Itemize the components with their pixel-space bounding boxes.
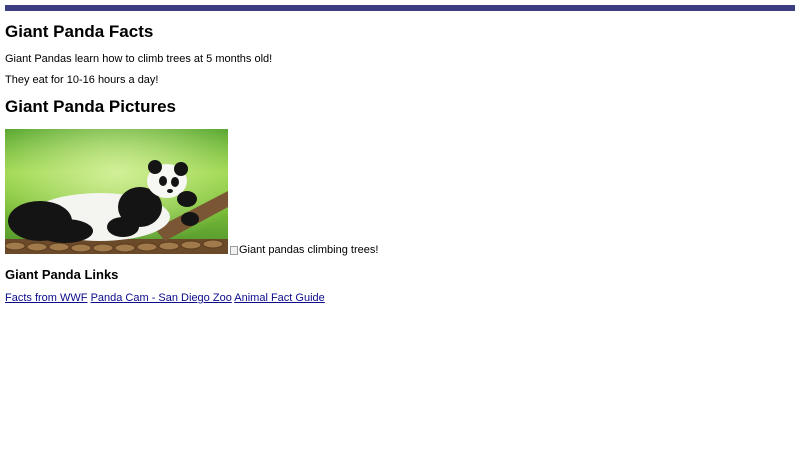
broken-image-icon <box>230 245 238 255</box>
pictures-heading: Giant Panda Pictures <box>5 97 176 116</box>
image-alt-text: Giant pandas climbing trees! <box>239 244 379 256</box>
links-heading: Giant Panda Links <box>5 267 119 282</box>
link-wwf-facts[interactable]: Facts from WWF <box>5 292 88 304</box>
header-bar <box>5 5 795 11</box>
facts-heading: Giant Panda Facts <box>5 22 154 41</box>
fact-item: They eat for 10-16 hours a day! <box>5 74 159 86</box>
panda-photo <box>5 129 228 254</box>
links-list: Facts from WWF Panda Cam - San Diego Zoo… <box>5 291 325 305</box>
link-panda-cam[interactable]: Panda Cam - San Diego Zoo <box>91 292 232 304</box>
fact-item: Giant Pandas learn how to climb trees at… <box>5 53 273 65</box>
climbing-image-placeholder: Giant pandas climbing trees! <box>230 243 378 257</box>
link-animal-fact-guide[interactable]: Animal Fact Guide <box>234 292 324 304</box>
